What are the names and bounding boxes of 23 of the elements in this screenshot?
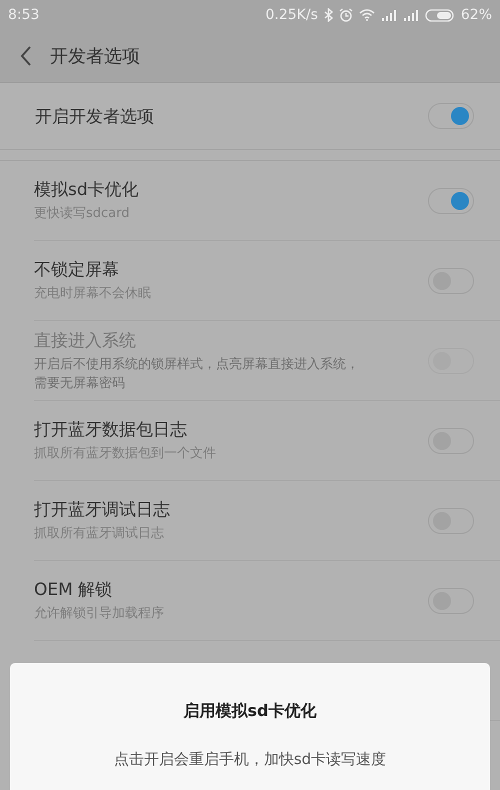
back-icon[interactable] [20,46,32,66]
setting-title: 打开蓝牙数据包日志 [34,419,188,441]
toggle-switch[interactable] [428,188,474,214]
setting-title: 开启开发者选项 [35,106,154,128]
dialog-title: 启用模拟sd卡优化 [184,701,316,722]
setting-title: 不锁定屏幕 [34,259,120,281]
bluetooth-icon [324,8,333,22]
wifi-icon [358,9,375,21]
setting-title: 模拟sd卡优化 [34,179,139,201]
battery-icon [424,8,455,22]
signal-icon [380,9,397,21]
signal-icon [402,9,419,21]
setting-description: 开启后不使用系统的锁屏样式，点亮屏幕直接进入系统，需要无屏幕密码 [34,356,360,392]
setting-title: 打开蓝牙调试日志 [34,499,170,521]
toggle-switch[interactable] [428,103,474,129]
alarm-icon [338,8,353,22]
page-title: 开发者选项 [50,45,140,68]
status-time: 8:53 [8,7,40,23]
setting-title: OEM 解锁 [34,579,114,601]
network-speed: 0.25K/s [266,7,318,23]
setting-title: 直接进入系统 [34,330,137,352]
battery-percent: 62% [460,7,492,23]
dialog-message: 点击开启会重启手机，加快sd卡读写速度 [114,750,386,769]
